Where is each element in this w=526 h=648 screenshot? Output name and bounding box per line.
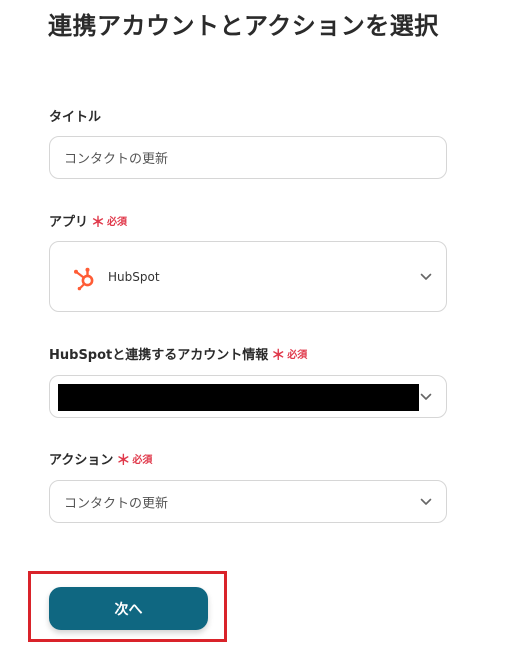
action-label-text: アクション — [49, 453, 114, 468]
title-label-text: タイトル — [49, 110, 102, 125]
title-input-wrapper — [49, 136, 447, 179]
required-badge: 必須 — [107, 217, 128, 228]
next-button[interactable]: 次へ — [49, 587, 208, 630]
app-label-text: アプリ — [49, 215, 89, 230]
title-field-label: タイトル — [49, 109, 101, 127]
required-asterisk: ＊ — [271, 348, 286, 364]
chevron-down-icon — [420, 273, 432, 280]
app-field-label: アプリ ＊ 必須 — [49, 214, 127, 232]
chevron-down-icon — [420, 393, 432, 400]
chevron-down-icon — [420, 498, 432, 505]
action-select[interactable]: コンタクトの更新 — [49, 480, 447, 523]
account-field-label: HubSpotと連携するアカウント情報 ＊ 必須 — [49, 347, 307, 365]
page-title: 連携アカウントとアクションを選択 — [48, 12, 439, 40]
redacted-account-value — [58, 384, 419, 411]
account-label-text: HubSpotと連携するアカウント情報 — [49, 348, 269, 363]
required-asterisk: ＊ — [91, 215, 106, 231]
app-selected-value: HubSpot — [108, 269, 160, 284]
required-badge: 必須 — [132, 455, 153, 466]
required-badge: 必須 — [287, 350, 308, 361]
action-selected-value: コンタクトの更新 — [64, 496, 169, 511]
hubspot-logo-icon — [74, 267, 94, 290]
app-select[interactable]: HubSpot — [49, 241, 447, 312]
action-field-label: アクション ＊ 必須 — [49, 452, 152, 470]
required-asterisk: ＊ — [116, 453, 131, 469]
title-input[interactable] — [50, 137, 446, 178]
account-select[interactable] — [49, 375, 447, 418]
